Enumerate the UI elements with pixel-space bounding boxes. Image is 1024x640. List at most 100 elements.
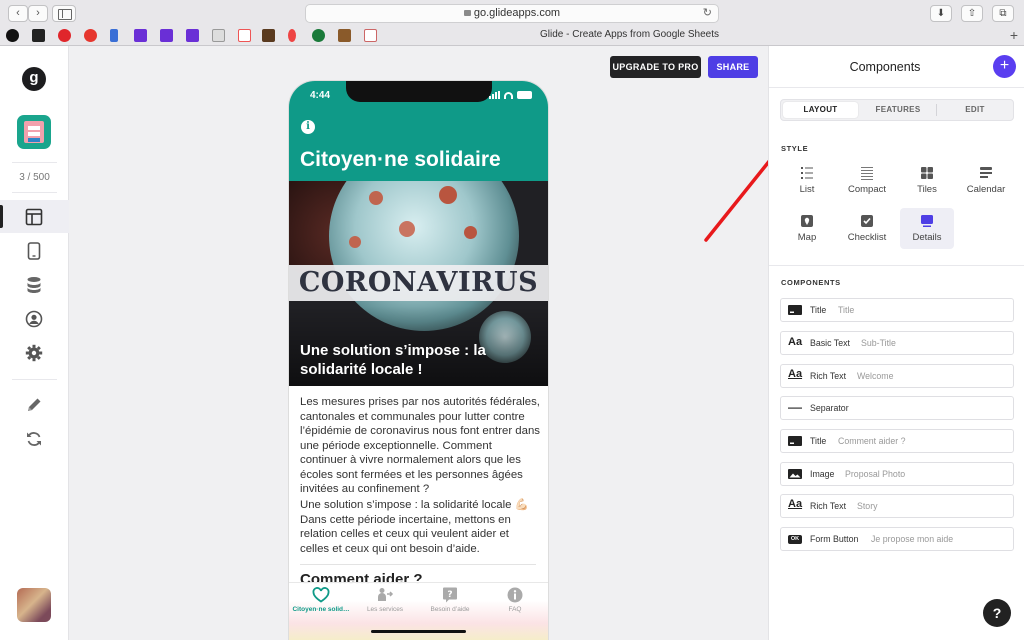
tab-citoyen[interactable]: Citoyen·ne solid… (289, 587, 353, 613)
status-icons (489, 91, 533, 99)
style-option-label: Checklist (847, 232, 887, 243)
tab-title[interactable]: Glide - Create Apps from Google Sheets (540, 29, 719, 40)
right-panel: Components + LAYOUT FEATURES EDIT STYLE … (768, 46, 1024, 640)
component-row-rich-text[interactable]: Aa Rich Text Story (780, 494, 1014, 518)
app-icon[interactable] (17, 115, 51, 149)
tab-layout[interactable]: LAYOUT (783, 102, 858, 118)
reload-icon[interactable]: ↻ (703, 5, 712, 22)
help-button[interactable]: ? (983, 599, 1011, 627)
component-name: Rich Text (810, 501, 847, 511)
address-bar[interactable]: go.glideapps.com ↻ (305, 4, 719, 23)
heart-icon (312, 587, 330, 603)
tab-features[interactable]: FEATURES (861, 102, 935, 118)
component-value: Welcome (857, 371, 894, 381)
phone-preview-icon[interactable] (23, 240, 45, 262)
compact-icon (861, 167, 873, 180)
editor-canvas: UPGRADE TO PRO SHARE 4:44 i Citoyen·ne s… (70, 46, 794, 640)
favorite-icon[interactable] (262, 29, 275, 42)
component-value: Comment aider ? (838, 436, 906, 446)
style-option-label: Calendar (966, 184, 1006, 195)
favorite-icon[interactable] (110, 29, 118, 42)
new-tab-button[interactable]: + (1010, 28, 1018, 42)
tab-besoin[interactable]: ? Besoin d’aide (418, 587, 482, 613)
hero-image: CORONAVIRUS Une solution s’impose : la s… (289, 181, 548, 386)
favorite-icon[interactable] (212, 29, 225, 42)
style-option-tiles[interactable]: Tiles (900, 160, 954, 201)
favorite-icon[interactable] (364, 29, 377, 42)
favorite-icon[interactable] (134, 29, 147, 42)
component-row-basic-text[interactable]: Aa Basic Text Sub-Title (780, 331, 1014, 355)
style-option-list[interactable]: List (780, 160, 834, 201)
component-name: Basic Text (810, 338, 850, 348)
avatar[interactable] (17, 588, 51, 622)
sync-icon[interactable] (23, 428, 45, 450)
hero-word: CORONAVIRUS (298, 267, 539, 298)
tiles-icon (921, 167, 933, 179)
component-row-title[interactable]: Title Comment aider ? (780, 429, 1014, 453)
glide-logo[interactable]: g (22, 67, 46, 91)
phone-preview: 4:44 i Citoyen·ne solidaire CORONAVIRUS … (289, 81, 548, 640)
separator (300, 564, 536, 565)
back-button[interactable]: ‹ (8, 5, 28, 22)
info-icon (507, 587, 523, 603)
style-option-map[interactable]: Map (780, 208, 834, 249)
component-row-separator[interactable]: Separator (780, 396, 1014, 420)
pencil-icon[interactable] (23, 394, 45, 416)
favorite-icon[interactable] (186, 29, 199, 42)
title-icon (788, 436, 802, 446)
rich-text-paragraph: Une solution s’impose : la solidarité lo… (300, 499, 529, 555)
share-sheet-button[interactable]: ⇧ (961, 5, 983, 22)
sidebar-divider (12, 192, 57, 193)
favorite-icon[interactable] (238, 29, 251, 42)
component-row-rich-text[interactable]: Aa Rich Text Welcome (780, 364, 1014, 388)
favorite-icon[interactable] (32, 29, 45, 42)
style-option-compact[interactable]: Compact (840, 160, 894, 201)
people-transfer-icon (378, 588, 394, 601)
component-row-form-button[interactable]: OK Form Button Je propose mon aide (780, 527, 1014, 551)
favorite-icon[interactable] (338, 29, 351, 42)
details-icon (921, 215, 933, 227)
sidebar-toggle-button[interactable] (52, 5, 76, 22)
gear-icon[interactable] (23, 342, 45, 364)
favorite-icon[interactable] (6, 29, 19, 42)
style-option-label: Details (912, 232, 942, 243)
share-button[interactable]: SHARE (708, 56, 758, 78)
sidebar-divider (12, 162, 57, 163)
style-option-details[interactable]: Details (900, 208, 954, 249)
forward-button[interactable]: › (28, 5, 48, 22)
signal-icon (489, 96, 491, 99)
help-bubble-icon: ? (443, 587, 457, 603)
tab-services[interactable]: Les services (353, 587, 417, 613)
separator-icon (788, 407, 802, 409)
svg-text:?: ? (447, 590, 452, 600)
component-row-image[interactable]: Image Proposal Photo (780, 462, 1014, 486)
calendar-icon (980, 167, 992, 178)
database-icon[interactable] (23, 274, 45, 296)
tab-overview-button[interactable]: ⧉ (992, 5, 1014, 22)
favorite-icon[interactable] (84, 29, 97, 42)
favorite-icon[interactable] (312, 29, 325, 42)
favorite-icon[interactable] (288, 29, 296, 42)
panel-divider (769, 265, 1024, 266)
favorite-icon[interactable] (160, 29, 173, 42)
add-component-button[interactable]: + (993, 55, 1016, 78)
component-name: Separator (810, 403, 849, 413)
style-option-calendar[interactable]: Calendar (959, 160, 1013, 201)
tab-faq[interactable]: FAQ (483, 587, 547, 613)
component-row-title[interactable]: Title Title (780, 298, 1014, 322)
rich-text-paragraph: Les mesures prises par nos autorités féd… (300, 396, 540, 495)
virus-spike (349, 236, 361, 248)
info-icon[interactable]: i (301, 120, 315, 134)
battery-icon (517, 91, 532, 99)
upgrade-to-pro-button[interactable]: UPGRADE TO PRO (610, 56, 701, 78)
user-icon[interactable] (23, 308, 45, 330)
layout-icon[interactable] (23, 206, 45, 228)
row-counter: 3 / 500 (19, 172, 50, 183)
tab-label: FAQ (508, 606, 522, 613)
component-value: Je propose mon aide (871, 534, 954, 544)
favorite-icon[interactable] (58, 29, 71, 42)
downloads-button[interactable]: ⬇ (930, 5, 952, 22)
panel-divider (769, 87, 1024, 88)
tab-edit[interactable]: EDIT (938, 102, 1012, 118)
style-option-checklist[interactable]: Checklist (840, 208, 894, 249)
